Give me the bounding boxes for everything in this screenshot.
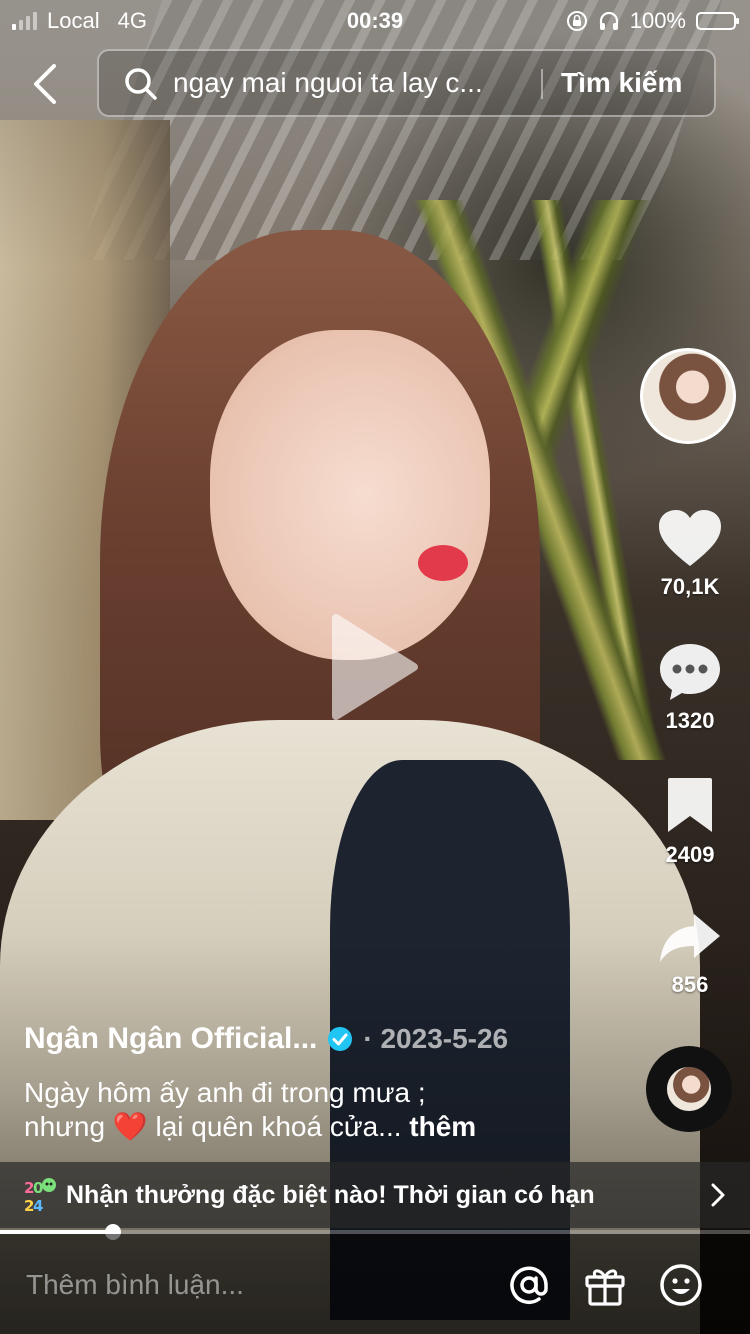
like-count: 70,1K	[660, 574, 720, 599]
music-disc[interactable]	[646, 1046, 732, 1132]
comment-bar	[0, 1234, 750, 1334]
back-button[interactable]	[24, 60, 68, 108]
play-icon[interactable]	[330, 612, 420, 722]
heart-icon	[659, 510, 721, 566]
battery-icon	[696, 12, 739, 30]
author-avatar[interactable]	[640, 348, 736, 444]
share-count: 856	[671, 972, 709, 997]
like-button[interactable]: 70,1K	[630, 508, 750, 600]
heart-emoji: ❤️	[112, 1111, 148, 1142]
comment-count: 1320	[665, 708, 715, 733]
author-name[interactable]: Ngân Ngân Official...	[24, 1022, 317, 1056]
share-icon	[660, 914, 720, 962]
bookmark-icon	[668, 778, 712, 832]
status-right: 100%	[566, 8, 739, 34]
verified-badge-icon	[328, 1027, 353, 1051]
caption-line-2: nhưng ❤️ lại quên khoá cửa... thêm	[24, 1110, 584, 1144]
search-bar[interactable]: ngay mai nguoi ta lay c... Tìm kiếm	[97, 49, 716, 117]
post-date: · 2023-5-26	[363, 1023, 509, 1054]
save-count: 2409	[665, 842, 715, 867]
comment-button[interactable]: 1320	[630, 642, 750, 734]
caption-text-before: nhưng	[24, 1111, 106, 1142]
status-bar: Local 4G 00:39 100%	[0, 0, 750, 40]
mention-icon[interactable]	[506, 1262, 552, 1308]
emoji-icon[interactable]	[658, 1262, 704, 1308]
chevron-right-icon	[711, 1183, 725, 1207]
post-caption: Ngày hôm ấy anh đi trong mưa ; nhưng ❤️ …	[24, 1076, 584, 1144]
author-line: Ngân Ngân Official... · 2023-5-26	[24, 1022, 508, 1056]
orientation-lock-icon	[566, 11, 587, 31]
search-divider	[541, 69, 543, 99]
svg-text:0: 0	[33, 1179, 43, 1197]
music-disc-cover	[667, 1067, 711, 1111]
share-button[interactable]: 856	[630, 910, 750, 998]
gift-icon[interactable]	[582, 1262, 628, 1308]
promo-2024-icon: 2 0 2 4	[24, 1178, 56, 1213]
comment-input[interactable]	[24, 1264, 478, 1306]
search-submit-button[interactable]: Tìm kiếm	[561, 67, 682, 99]
search-icon	[125, 68, 157, 100]
search-input[interactable]: ngay mai nguoi ta lay c...	[173, 67, 523, 99]
caption-more-link[interactable]: thêm	[409, 1111, 476, 1142]
caption-line-1: Ngày hôm ấy anh đi trong mưa ;	[24, 1077, 426, 1108]
promo-text: Nhận thưởng đặc biệt nào! Thời gian có h…	[66, 1180, 595, 1209]
promo-banner[interactable]: 2 0 2 4 Nhận thưởng đặc biệt nào! Thời g…	[0, 1162, 750, 1228]
save-button[interactable]: 2409	[630, 776, 750, 868]
chevron-left-icon	[34, 64, 56, 104]
caption-text-after: lại quên khoá cửa...	[155, 1111, 402, 1142]
battery-percent: 100%	[629, 8, 686, 33]
headphones-icon	[599, 11, 618, 30]
svg-text:4: 4	[33, 1197, 43, 1213]
comment-icon	[660, 644, 720, 700]
